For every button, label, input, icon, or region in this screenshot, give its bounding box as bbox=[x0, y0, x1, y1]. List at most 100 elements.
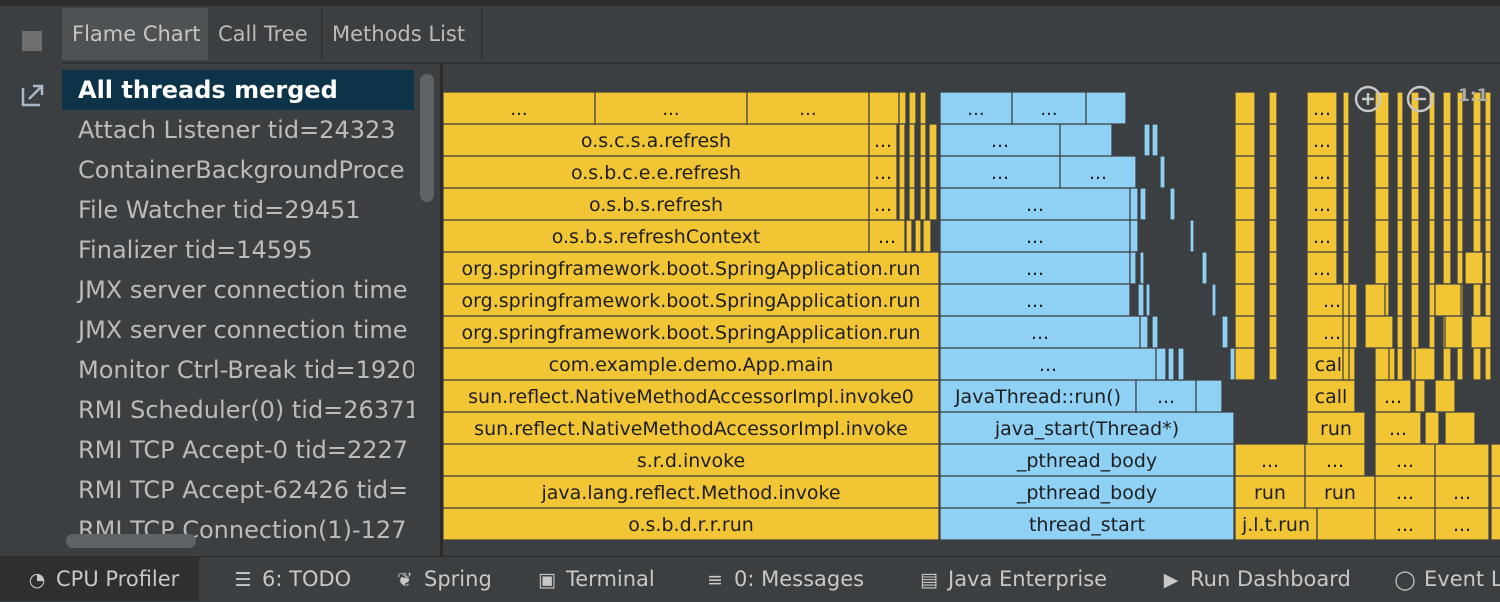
java-frame[interactable] bbox=[1410, 187, 1420, 221]
java-frame[interactable] bbox=[868, 91, 900, 125]
java-frame[interactable] bbox=[1268, 155, 1278, 189]
java-frame[interactable] bbox=[1342, 155, 1350, 189]
java-frame[interactable] bbox=[1484, 251, 1492, 285]
java-frame[interactable] bbox=[1396, 251, 1404, 285]
java-frame[interactable]: org.springframework.boot.SpringApplicati… bbox=[443, 251, 940, 285]
native-frame[interactable] bbox=[1195, 379, 1223, 413]
java-frame[interactable] bbox=[1472, 123, 1482, 157]
java-frame[interactable] bbox=[1268, 283, 1278, 317]
java-frame[interactable] bbox=[1396, 187, 1404, 221]
native-frame[interactable] bbox=[1139, 187, 1147, 221]
java-frame[interactable] bbox=[1470, 315, 1492, 349]
native-frame[interactable] bbox=[1159, 155, 1166, 189]
java-frame[interactable] bbox=[1374, 219, 1390, 253]
java-frame[interactable] bbox=[1396, 315, 1404, 349]
native-frame[interactable] bbox=[1177, 347, 1185, 381]
java-frame[interactable] bbox=[1410, 155, 1420, 189]
java-frame[interactable]: o.s.b.c.e.e.refresh bbox=[443, 155, 870, 189]
thread-item[interactable]: File Watcher tid=29451 bbox=[62, 190, 414, 230]
native-frame[interactable]: ... bbox=[939, 251, 1131, 285]
java-frame[interactable] bbox=[1410, 251, 1420, 285]
java-frame[interactable]: ... bbox=[1306, 187, 1338, 221]
tab-call-tree[interactable]: Call Tree bbox=[208, 8, 322, 60]
thread-item[interactable]: ContainerBackgroundProce bbox=[62, 150, 414, 190]
java-frame[interactable]: o.s.b.d.r.r.run bbox=[443, 507, 940, 541]
java-frame[interactable] bbox=[1396, 155, 1404, 189]
java-frame[interactable] bbox=[1428, 123, 1436, 157]
tab-methods-list[interactable]: Methods List bbox=[322, 8, 482, 60]
native-frame[interactable] bbox=[1151, 315, 1159, 349]
java-frame[interactable] bbox=[1374, 251, 1390, 285]
todo-tab[interactable]: ☰ 6: TODO bbox=[232, 557, 351, 601]
java-frame[interactable] bbox=[928, 123, 938, 157]
java-frame[interactable] bbox=[1456, 187, 1464, 221]
java-frame[interactable] bbox=[1342, 315, 1350, 349]
thread-item[interactable]: RMI TCP Accept-62426 tid= bbox=[62, 470, 414, 510]
java-frame[interactable] bbox=[1484, 187, 1492, 221]
java-frame[interactable] bbox=[898, 155, 906, 189]
java-frame[interactable]: ... bbox=[1234, 443, 1306, 477]
java-frame[interactable] bbox=[1442, 187, 1452, 221]
java-frame[interactable]: ... bbox=[1374, 379, 1412, 413]
java-frame[interactable] bbox=[1428, 315, 1436, 349]
java-frame[interactable]: ... bbox=[1434, 507, 1490, 541]
run-dashboard-tab[interactable]: ▶ Run Dashboard bbox=[1160, 557, 1351, 601]
java-frame[interactable] bbox=[1410, 283, 1420, 317]
java-frame[interactable] bbox=[1490, 507, 1500, 541]
java-frame[interactable] bbox=[1396, 283, 1404, 317]
java-frame[interactable] bbox=[1268, 91, 1278, 125]
java-frame[interactable] bbox=[1234, 251, 1256, 285]
java-frame[interactable] bbox=[1268, 219, 1278, 253]
java-frame[interactable] bbox=[1374, 347, 1390, 381]
java-frame[interactable] bbox=[1472, 155, 1482, 189]
java-frame[interactable] bbox=[914, 219, 922, 253]
java-frame[interactable] bbox=[1396, 123, 1404, 157]
java-frame[interactable] bbox=[1364, 283, 1386, 317]
java-frame[interactable] bbox=[1342, 347, 1350, 381]
java-frame[interactable] bbox=[1490, 443, 1500, 477]
native-frame[interactable]: ... bbox=[939, 315, 1141, 349]
java-frame[interactable] bbox=[1410, 123, 1420, 157]
java-frame[interactable]: ... bbox=[868, 187, 898, 221]
native-frame[interactable] bbox=[1143, 123, 1151, 157]
thread-item[interactable]: RMI TCP Accept-0 tid=2227 bbox=[62, 430, 414, 470]
native-frame[interactable]: ... bbox=[939, 283, 1131, 317]
java-frame[interactable]: ... bbox=[1374, 443, 1436, 477]
java-frame[interactable]: ... bbox=[1304, 443, 1366, 477]
java-frame[interactable] bbox=[1444, 411, 1476, 445]
java-frame[interactable]: org.springframework.boot.SpringApplicati… bbox=[443, 315, 940, 349]
event-log-tab[interactable]: ◯ Event L bbox=[1394, 557, 1500, 601]
java-frame[interactable] bbox=[905, 219, 913, 253]
java-frame[interactable] bbox=[1268, 187, 1278, 221]
java-frame[interactable] bbox=[1396, 91, 1404, 125]
java-frame[interactable] bbox=[1442, 219, 1452, 253]
native-frame[interactable] bbox=[1167, 347, 1175, 381]
messages-tab[interactable]: ≡ 0: Messages bbox=[704, 557, 864, 601]
java-frame[interactable]: ... bbox=[1306, 219, 1338, 253]
java-frame[interactable]: ... bbox=[1306, 123, 1338, 157]
java-frame[interactable] bbox=[1374, 123, 1390, 157]
java-frame[interactable] bbox=[1456, 219, 1464, 253]
native-frame[interactable] bbox=[1211, 283, 1217, 317]
java-frame[interactable]: call bbox=[1306, 379, 1356, 413]
native-frame[interactable]: _pthread_body bbox=[939, 475, 1235, 509]
java-frame[interactable] bbox=[1428, 283, 1436, 317]
java-frame[interactable]: ... bbox=[868, 123, 898, 157]
native-frame[interactable] bbox=[1139, 315, 1149, 349]
java-frame[interactable] bbox=[919, 187, 927, 221]
export-icon[interactable] bbox=[20, 82, 46, 108]
java-frame[interactable] bbox=[1456, 347, 1464, 381]
native-frame[interactable] bbox=[1129, 219, 1139, 253]
native-frame[interactable] bbox=[1221, 315, 1229, 349]
java-frame[interactable]: ... bbox=[1374, 507, 1436, 541]
java-frame[interactable] bbox=[908, 91, 917, 125]
java-frame[interactable]: java.lang.reflect.Method.invoke bbox=[443, 475, 940, 509]
java-frame[interactable] bbox=[898, 91, 907, 125]
thread-item[interactable]: JMX server connection time bbox=[62, 270, 414, 310]
java-frame[interactable] bbox=[1234, 315, 1256, 349]
java-frame[interactable] bbox=[1268, 347, 1278, 381]
java-frame[interactable] bbox=[908, 123, 916, 157]
java-frame[interactable] bbox=[1428, 155, 1436, 189]
java-frame[interactable] bbox=[1234, 123, 1256, 157]
java-frame[interactable] bbox=[919, 91, 927, 125]
